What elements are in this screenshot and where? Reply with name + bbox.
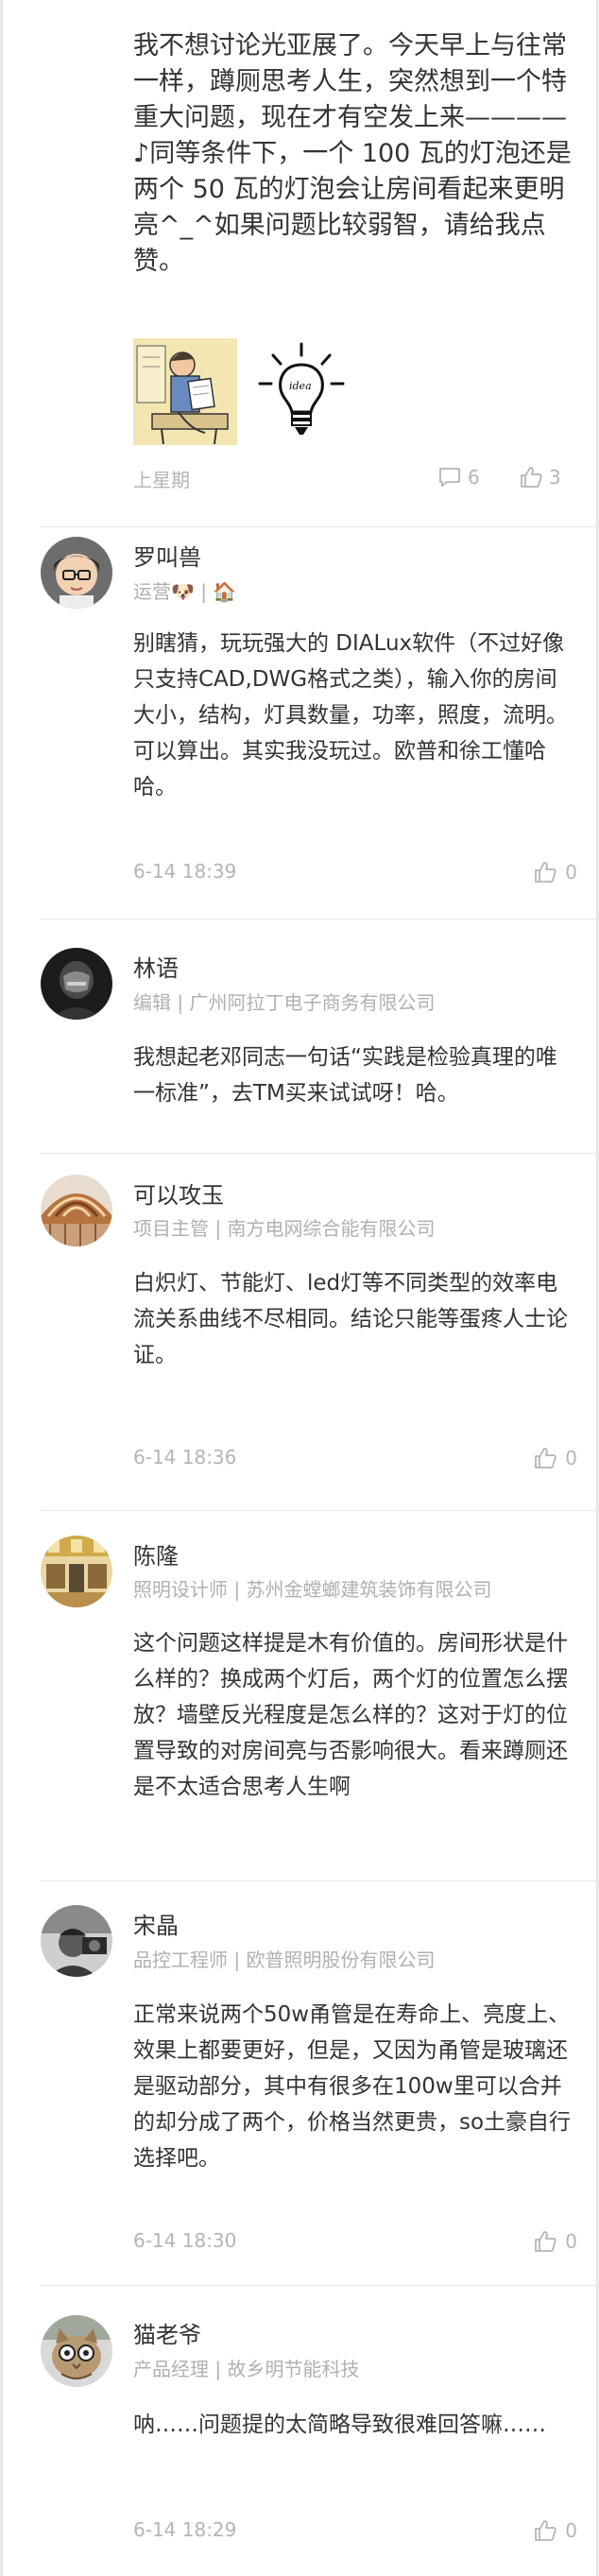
comment-text: 我想起老邓同志一句话“实践是检验真理的唯一标准”，去TM买来试试呀！哈。	[133, 1045, 557, 1106]
commenter-title: 编辑 | 广州阿拉丁电子商务有限公司	[133, 991, 436, 1014]
comment-text: 别瞎猜，玩玩强大的 DIALux软件（不过好像只支持CAD,DWG格式之类），输…	[133, 631, 568, 799]
comment-item: 可以攻玉 项目主管 | 南方电网综合能有限公司 白炽灯、节能灯、led灯等不同类…	[3, 1154, 598, 1503]
comment-time: 6-14 18:30	[133, 2229, 237, 2252]
commenter-name[interactable]: 宋晶	[133, 1907, 179, 1940]
post-body: 我不想讨论光亚展了。今天早上与往常一样，蹲厕思考人生，突然想到一个特重大问题，现…	[133, 31, 572, 276]
commenter-name[interactable]: 猫老爷	[133, 2316, 201, 2349]
commenter-name[interactable]: 可以攻玉	[133, 1176, 224, 1210]
commenter-title: 产品经理 | 故乡明节能科技	[133, 2358, 360, 2380]
comment-like-count: 0	[565, 861, 577, 884]
comment-item: 罗叫兽 运营🐶 | 🏠 别瞎猜，玩玩强大的 DIALux软件（不过好像只支持CA…	[3, 527, 598, 917]
avatar[interactable]	[41, 948, 112, 1020]
comment-button[interactable]: 6	[437, 463, 480, 491]
original-post: 我不想讨论光亚展了。今天早上与往常一样，蹲厕思考人生，突然想到一个特重大问题，现…	[3, 0, 598, 524]
comment-item: 猫老爷 产品经理 | 故乡明节能科技 呐……问题提的太简略导致很难回答嘛…… 6…	[3, 2286, 598, 2569]
post-images: idea	[133, 338, 379, 447]
comment-like-count: 0	[565, 2519, 577, 2542]
comment-time: 6-14 18:36	[133, 1446, 237, 1468]
comment-text: 白炽灯、节能灯、led灯等不同类型的效率电流关系曲线不尽相同。结论只能等蛋疼人士…	[133, 1271, 568, 1367]
comment-like-button[interactable]: 0	[533, 2516, 577, 2545]
svg-text:idea: idea	[289, 380, 312, 392]
thumbs-up-icon	[535, 862, 556, 883]
post-time: 上星期	[133, 469, 190, 491]
comment-count: 6	[468, 466, 480, 489]
commenter-name[interactable]: 林语	[133, 950, 179, 983]
idea-bulb-image[interactable]: idea	[245, 338, 358, 445]
avatar[interactable]	[41, 537, 112, 609]
comment-like-button[interactable]: 0	[533, 2227, 577, 2256]
commenter-title: 项目主管 | 南方电网综合能有限公司	[133, 1217, 436, 1240]
comment-icon	[439, 468, 460, 487]
thumbs-up-icon	[535, 1448, 556, 1468]
commenter-title: 品控工程师 | 欧普照明股份有限公司	[133, 1949, 436, 1971]
comment-like-count: 0	[565, 1447, 577, 1469]
comment-text: 这个问题这样提是木有价值的。房间形状是什么样的？换成两个灯后，两个灯的位置怎么摆…	[133, 1631, 568, 1799]
like-count: 3	[549, 466, 561, 489]
comment-time: 6-14 18:29	[133, 2518, 237, 2541]
comment-like-button[interactable]: 0	[533, 858, 577, 886]
thumbs-up-icon	[535, 2520, 556, 2541]
avatar[interactable]	[41, 1536, 112, 1607]
like-button[interactable]: 3	[519, 463, 561, 491]
commenter-name[interactable]: 陈隆	[133, 1537, 179, 1571]
thumbs-up-icon	[521, 467, 542, 488]
avatar[interactable]	[41, 2315, 112, 2387]
avatar[interactable]	[41, 1905, 112, 1977]
commenter-name[interactable]: 罗叫兽	[133, 539, 201, 572]
commenter-title: 运营🐶 | 🏠	[133, 580, 237, 603]
commenter-title: 照明设计师 | 苏州金螳螂建筑装饰有限公司	[133, 1578, 492, 1601]
reading-cartoon-image[interactable]	[133, 338, 237, 445]
feed-container: 我不想讨论光亚展了。今天早上与往常一样，蹲厕思考人生，突然想到一个特重大问题，现…	[2, 0, 598, 2576]
comment-like-button[interactable]: 0	[533, 1444, 577, 1472]
comment-text: 正常来说两个50w甬管是在寿命上、亮度上、效果上都要更好，但是，又因为甬管是玻璃…	[133, 2002, 572, 2171]
comment-item: 林语 编辑 | 广州阿拉丁电子商务有限公司 我想起老邓同志一句话“实践是检验真理…	[3, 919, 598, 1146]
comment-item: 宋晶 品控工程师 | 欧普照明股份有限公司 正常来说两个50w甬管是在寿命上、亮…	[3, 1881, 598, 2278]
thumbs-up-icon	[535, 2231, 556, 2252]
comment-like-count: 0	[565, 2230, 577, 2253]
comment-item: 陈隆 照明设计师 | 苏州金螳螂建筑装饰有限公司 这个问题这样提是木有价值的。房…	[3, 1511, 598, 1870]
comment-text: 呐……问题提的太简略导致很难回答嘛……	[133, 2413, 546, 2437]
comment-time: 6-14 18:39	[133, 860, 237, 883]
post-meta: 上星期 6 3	[133, 463, 577, 491]
avatar[interactable]	[41, 1175, 112, 1246]
